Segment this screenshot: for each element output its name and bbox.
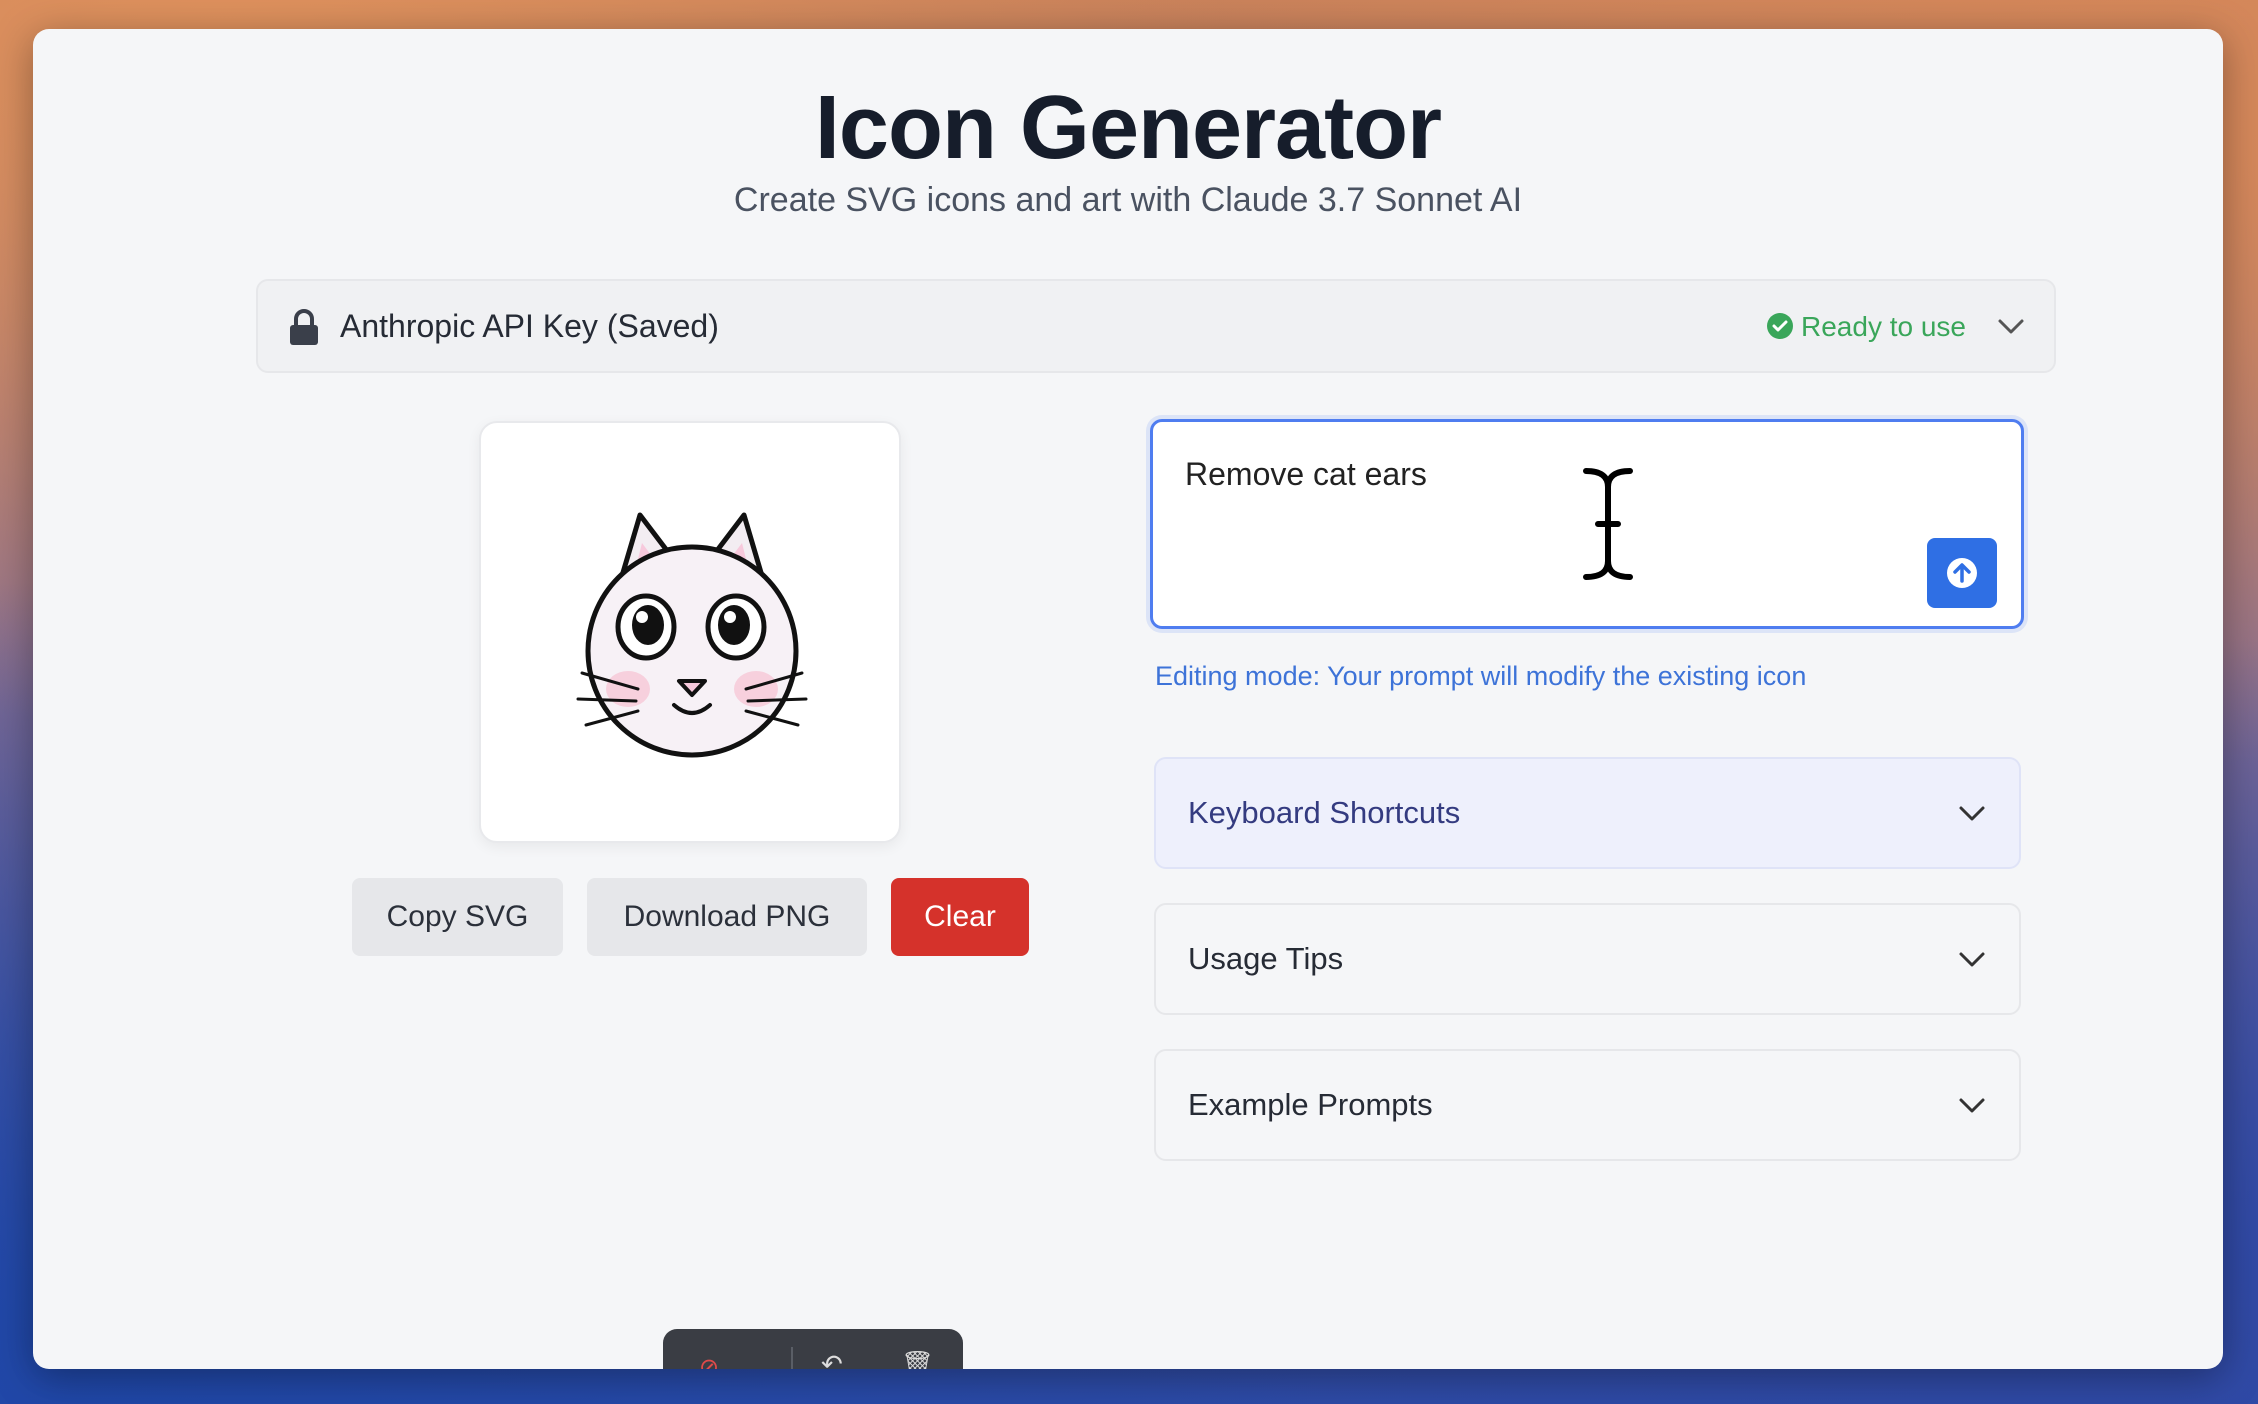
cat-icon: [576, 512, 808, 758]
chevron-down-icon: [1959, 952, 1985, 967]
icon-preview: [479, 421, 901, 843]
undo-icon[interactable]: ↶: [821, 1349, 843, 1369]
copy-svg-button[interactable]: Copy SVG: [352, 878, 563, 956]
usage-tips-panel[interactable]: Usage Tips: [1154, 903, 2021, 1015]
trash-icon[interactable]: 🗑: [901, 1349, 934, 1369]
panel-label: Keyboard Shortcuts: [1188, 795, 1461, 830]
download-png-button[interactable]: Download PNG: [587, 878, 867, 956]
status-badge: Ready to use: [1801, 311, 1966, 342]
example-prompts-panel[interactable]: Example Prompts: [1154, 1049, 2021, 1161]
floating-toolbar: ⊘ ↶ 🗑: [663, 1329, 963, 1369]
api-key-panel[interactable]: Anthropic API Key (Saved) Ready to use: [256, 279, 2056, 373]
panel-label: Usage Tips: [1188, 941, 1344, 976]
clear-button[interactable]: Clear: [891, 878, 1029, 956]
editing-mode-hint: Editing mode: Your prompt will modify th…: [1155, 661, 1807, 691]
check-circle-icon: [1767, 313, 1793, 339]
page-subtitle: Create SVG icons and art with Claude 3.7…: [733, 181, 1523, 219]
chevron-down-icon[interactable]: [1996, 315, 2026, 339]
lock-icon: [290, 309, 318, 345]
page-title: Icon Generator: [814, 78, 1442, 178]
chevron-down-icon: [1959, 1098, 1985, 1113]
api-key-label: Anthropic API Key (Saved): [340, 308, 719, 344]
chevron-down-icon: [1959, 806, 1985, 821]
toolbar-divider: [791, 1347, 793, 1369]
arrow-up-circle-icon: [1947, 558, 1977, 588]
keyboard-shortcuts-panel[interactable]: Keyboard Shortcuts: [1154, 757, 2021, 869]
record-icon[interactable]: ⊘: [699, 1353, 719, 1369]
app-window: Icon Generator Create SVG icons and art …: [33, 29, 2223, 1369]
send-button[interactable]: [1927, 538, 1997, 608]
prompt-input[interactable]: Remove cat ears: [1183, 454, 1887, 578]
text-cursor-icon: [1579, 465, 1637, 583]
panel-label: Example Prompts: [1188, 1087, 1433, 1122]
